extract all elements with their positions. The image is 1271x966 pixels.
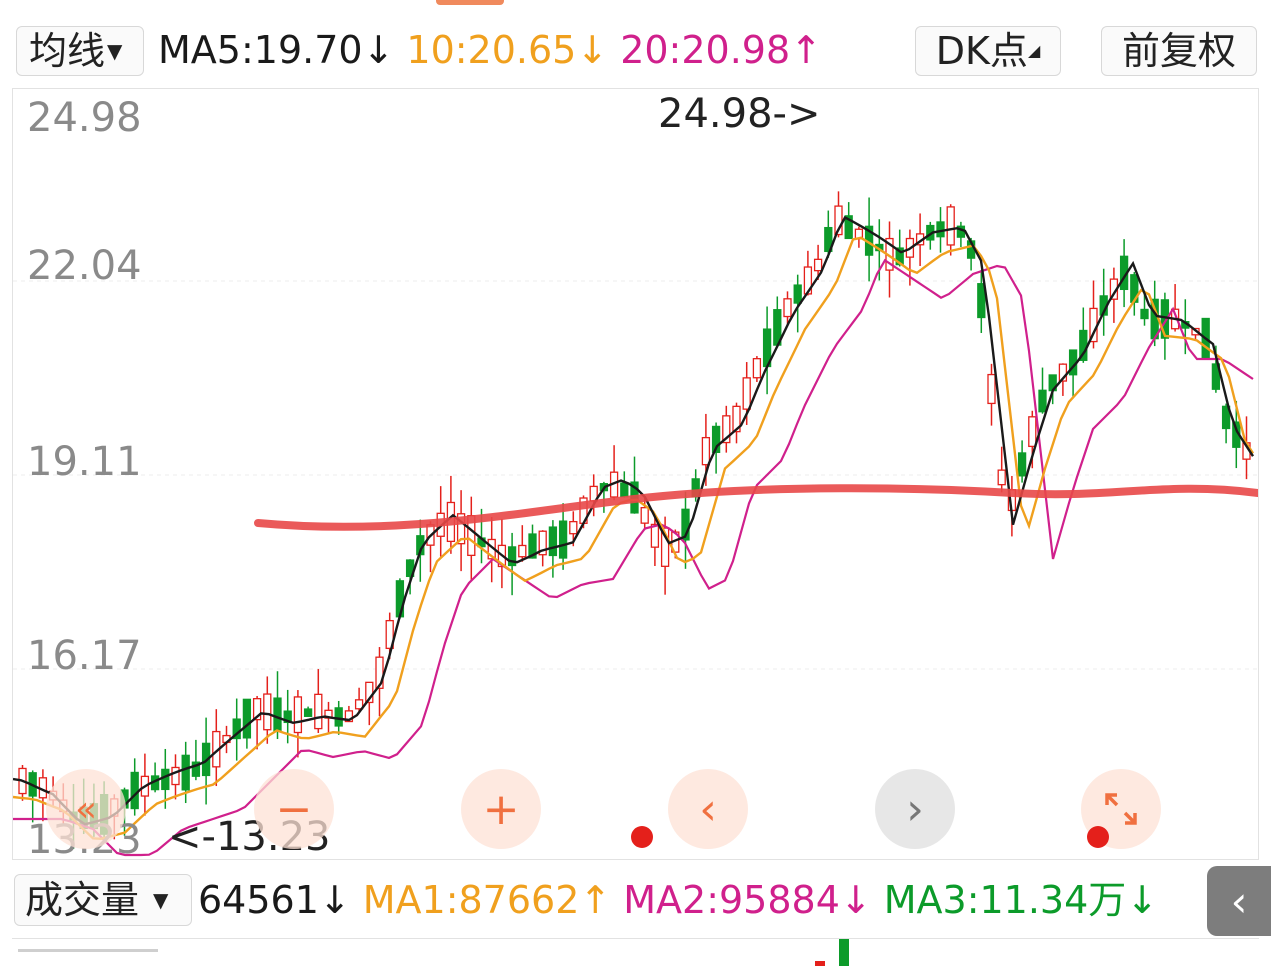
volume-ma1: MA1:87662 <box>362 878 580 922</box>
volume-ma1-arrow: ↑ <box>579 878 612 922</box>
ma5-arrow: ↓ <box>362 28 395 72</box>
candle-up <box>314 693 323 730</box>
candle-up <box>813 258 823 272</box>
candle-up <box>783 298 792 318</box>
candle-down <box>1140 308 1149 320</box>
candle-down <box>303 708 313 717</box>
candle-down <box>620 482 629 498</box>
volume-chart-area <box>12 938 1259 966</box>
notification-dot <box>1087 826 1109 848</box>
chevron-right-icon: › <box>906 783 924 835</box>
dropdown-arrow-icon: ▼ <box>153 888 169 912</box>
volume-bar <box>839 939 849 966</box>
volume-selector[interactable]: 成交量 ▼ <box>14 874 192 926</box>
indicator-header: 均线 ▼ MA5:19.70↓ 10:20.65↓ 20:20.98↑ DK点◢ 前复… <box>0 0 1271 88</box>
forward-adjust-label: 前复权 <box>1121 29 1236 73</box>
candle-down <box>161 768 170 791</box>
price-label-2: 22.04 <box>27 243 142 289</box>
candle-down <box>273 697 282 732</box>
ma10-arrow: ↓ <box>576 28 609 72</box>
candle-down <box>936 221 945 238</box>
next-button[interactable]: › <box>875 769 955 849</box>
candle-up <box>263 693 272 731</box>
volume-axis-label <box>18 949 158 966</box>
zoom-in-button[interactable]: + <box>461 769 541 849</box>
price-label-high: 24.98 <box>27 95 142 141</box>
previous-button[interactable]: ‹ <box>668 769 748 849</box>
average-line-label: 均线 <box>29 29 106 73</box>
notification-dot <box>631 826 653 848</box>
candle-up <box>640 507 649 524</box>
price-label-3: 19.11 <box>27 439 142 485</box>
candle-up <box>569 520 578 535</box>
forward-adjust-button[interactable]: 前复权 <box>1101 26 1257 76</box>
ma5-line <box>13 215 1255 826</box>
volume-values: 64561↓ MA1:87662↑ MA2:95884↓ MA3:11.34万↓ <box>198 874 1158 926</box>
volume-ma3-arrow: ↓ <box>1126 878 1159 922</box>
minus-icon: − <box>275 783 313 835</box>
volume-value: 64561 <box>198 878 319 922</box>
hand-drawn-trend-line <box>254 484 1258 531</box>
ma-values: MA5:19.70↓ 10:20.65↓ 20:20.98↑ <box>158 24 822 76</box>
candle-up <box>987 373 996 405</box>
volume-arrow: ↓ <box>318 878 351 922</box>
dk-point-label: DK点 <box>935 29 1028 73</box>
active-tab-indicator <box>436 0 504 5</box>
candle-up <box>742 377 751 410</box>
price-label-4: 16.17 <box>27 633 142 679</box>
candle-down <box>1017 452 1027 477</box>
volume-label: 成交量 <box>25 878 140 922</box>
plus-icon: + <box>482 783 520 835</box>
chevron-left-icon: ‹ <box>1230 876 1248 926</box>
candle-up <box>1028 416 1037 448</box>
ma10-value: 10:20.65 <box>406 28 577 72</box>
corner-triangle-icon: ◢ <box>1027 41 1041 60</box>
candle-down <box>334 707 343 727</box>
candle-up <box>171 766 180 786</box>
rewind-icon: « <box>74 788 98 830</box>
ma10-line <box>13 236 1255 841</box>
ma20-arrow: ↑ <box>790 28 822 72</box>
candle-up <box>701 436 711 466</box>
rewind-button[interactable]: « <box>46 769 126 849</box>
dk-point-button[interactable]: DK点◢ <box>915 26 1061 76</box>
average-line-selector[interactable]: 均线 ▼ <box>16 26 144 76</box>
ma5-value: MA5:19.70 <box>158 28 363 72</box>
candle-down <box>242 698 252 739</box>
collapse-panel-button[interactable]: ‹ <box>1207 866 1271 936</box>
candle-down <box>793 284 802 304</box>
ma20-value: 20:20.98 <box>620 28 791 72</box>
volume-ma3: MA3:11.34万 <box>883 878 1127 922</box>
candle-up <box>752 358 762 379</box>
candle-down <box>181 754 190 791</box>
kline-chart-area[interactable]: 24.98 22.04 19.11 16.17 13.23 24.98-> <-… <box>12 88 1259 863</box>
candle-up <box>997 469 1006 486</box>
chevron-left-icon: ‹ <box>699 783 717 835</box>
candle-up <box>946 206 955 246</box>
candle-up <box>293 696 303 734</box>
zoom-out-button[interactable]: − <box>254 769 334 849</box>
expand-icon <box>1105 793 1137 825</box>
volume-bar <box>815 961 825 966</box>
high-price-annotation: 24.98-> <box>658 91 821 137</box>
dropdown-arrow-icon: ▼ <box>107 39 123 63</box>
volume-header: 成交量 ▼ 64561↓ MA1:87662↑ MA2:95884↓ MA3:11.34… <box>0 866 1271 936</box>
candle-down <box>977 283 986 319</box>
volume-ma2: MA2:95884 <box>623 878 840 922</box>
candle-down <box>130 771 139 810</box>
candle-down <box>558 520 568 559</box>
candle-up <box>650 523 660 548</box>
candle-down <box>548 526 558 557</box>
candle-up <box>518 544 527 558</box>
volume-ma2-arrow: ↓ <box>839 878 872 922</box>
candlestick-chart <box>13 191 1258 857</box>
candle-down <box>1038 389 1047 413</box>
